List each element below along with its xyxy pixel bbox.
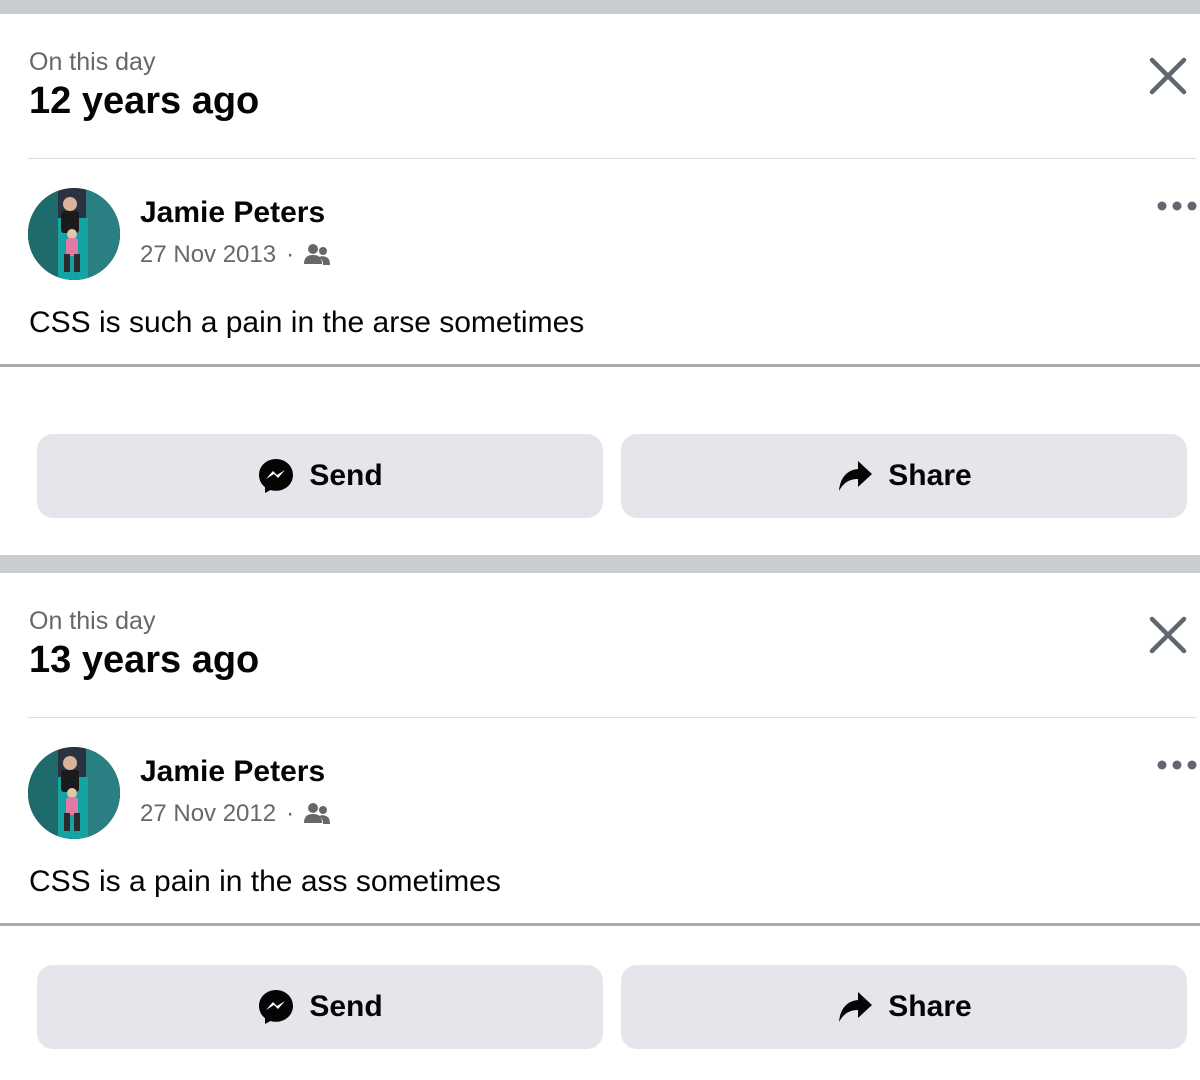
memory-label: On this day [29,48,156,76]
share-label: Share [888,459,972,492]
memory-label: On this day [29,607,156,635]
post-meta: 27 Nov 2013 · [140,240,332,270]
author-name[interactable]: Jamie Peters [140,196,325,230]
meta-separator: · [286,241,295,268]
share-label: Share [888,990,972,1023]
share-button[interactable]: Share [621,965,1187,1049]
header-divider [28,717,1196,718]
friends-icon [302,240,332,270]
post-divider [0,364,1200,367]
post-text: CSS is such a pain in the arse sometimes [29,306,585,339]
post-date[interactable]: 27 Nov 2013 [140,241,276,269]
feed-separator [0,555,1200,573]
send-button[interactable]: Send [37,434,603,518]
share-arrow-icon [836,988,874,1026]
close-icon [1146,54,1190,98]
close-button[interactable] [1146,613,1190,657]
more-options-icon [1154,753,1200,777]
post-date[interactable]: 27 Nov 2012 [140,800,276,828]
close-icon [1146,613,1190,657]
post-meta: 27 Nov 2012 · [140,799,332,829]
share-button[interactable]: Share [621,434,1187,518]
memories-feed: On this day 12 years ago Jamie Peters 27… [0,0,1200,1080]
memory-card: On this day 12 years ago Jamie Peters 27… [0,14,1200,555]
messenger-icon [257,988,295,1026]
more-options-button[interactable] [1154,753,1200,777]
memory-title: 13 years ago [29,639,260,681]
send-label: Send [309,459,383,492]
more-options-button[interactable] [1154,194,1200,218]
post-divider [0,923,1200,926]
send-label: Send [309,990,383,1023]
avatar[interactable] [28,188,120,280]
post-text: CSS is a pain in the ass sometimes [29,865,501,898]
memory-card: On this day 13 years ago Jamie Peters 27… [0,573,1200,1080]
friends-icon [302,799,332,829]
memory-title: 12 years ago [29,80,260,122]
close-button[interactable] [1146,54,1190,98]
meta-separator: · [286,800,295,827]
feed-separator [0,0,1200,14]
more-options-icon [1154,194,1200,218]
author-name[interactable]: Jamie Peters [140,755,325,789]
messenger-icon [257,457,295,495]
share-arrow-icon [836,457,874,495]
avatar[interactable] [28,747,120,839]
header-divider [28,158,1196,159]
send-button[interactable]: Send [37,965,603,1049]
